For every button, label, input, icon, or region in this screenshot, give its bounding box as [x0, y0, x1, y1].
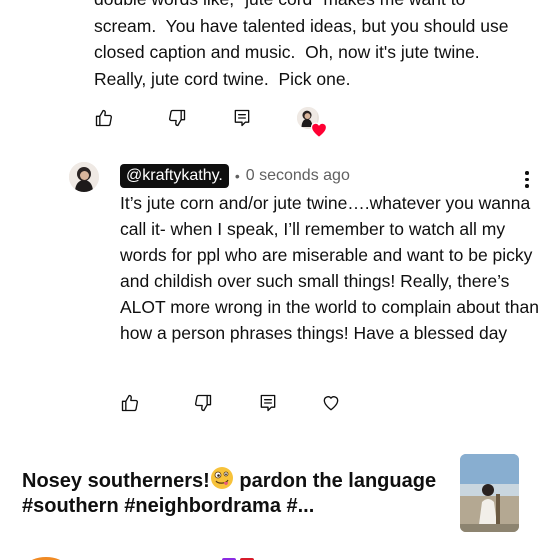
thumbs-up-icon — [121, 394, 139, 412]
video-thumbnail-image — [460, 454, 519, 532]
reply-header: @kraftykathy. • 0 seconds ago — [120, 164, 350, 188]
like-button[interactable] — [93, 107, 115, 129]
reply-button[interactable] — [231, 107, 253, 129]
reply-author-avatar[interactable] — [69, 162, 99, 192]
reply-like-button[interactable] — [119, 392, 141, 414]
reply-author-avatar-image — [69, 162, 99, 192]
next-video-preview-icons — [31, 557, 254, 560]
video-title-text-1: Nosey southerners! — [22, 470, 210, 492]
more-options-icon[interactable] — [522, 171, 532, 189]
thumbs-down-icon — [194, 394, 212, 412]
thumbs-down-icon — [168, 109, 186, 127]
author-handle-chip[interactable]: @kraftykathy. — [120, 164, 229, 188]
next-video-preview-strip — [0, 548, 560, 560]
video-thumbnail[interactable] — [460, 454, 519, 532]
parent-comment-text: double words like, "jute cord" makes me … — [94, 0, 509, 89]
reply-timestamp: 0 seconds ago — [245, 167, 350, 184]
separator-dot: • — [234, 168, 240, 184]
heart-button[interactable] — [320, 392, 342, 414]
comment-reply-icon — [234, 109, 250, 127]
reply-comment-text: It’s jute corn and/or jute twine….whatev… — [120, 193, 539, 343]
zany-face-emoji — [210, 467, 233, 489]
thumbs-up-icon — [95, 109, 113, 127]
heart-icon — [310, 122, 328, 139]
reply-reply-button[interactable] — [257, 392, 279, 414]
dislike-button[interactable] — [166, 107, 188, 129]
reply-dislike-button[interactable] — [192, 392, 214, 414]
heart-outline-icon — [323, 396, 339, 411]
video-title[interactable]: Nosey southerners! pardon the language #… — [22, 466, 442, 519]
comment-reply-icon — [260, 394, 276, 412]
